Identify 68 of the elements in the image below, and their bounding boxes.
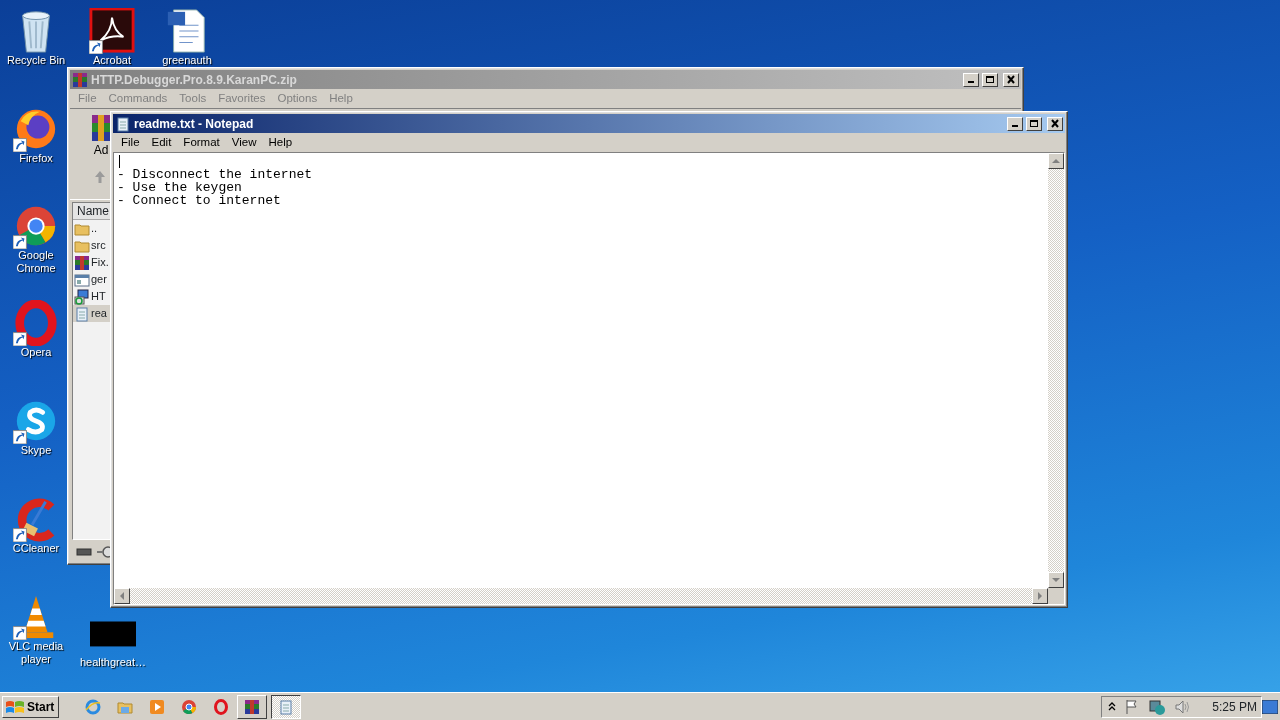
desktop-icon-label[interactable]: Skype: [20, 444, 52, 457]
file-row[interactable]: ..: [73, 220, 110, 237]
menu-item[interactable]: Help: [262, 133, 299, 152]
taskbar-button[interactable]: [271, 694, 302, 719]
file-row[interactable]: rea: [73, 305, 110, 322]
notepad-icon: [278, 698, 295, 715]
menu-item[interactable]: View: [225, 133, 263, 152]
desktop-icon-label[interactable]: Opera: [20, 346, 52, 359]
maximize-button[interactable]: [1026, 116, 1042, 131]
scroll-button[interactable]: [1048, 572, 1064, 588]
maximize-button[interactable]: [982, 72, 998, 87]
desktop-icon-label[interactable]: Google Chrome: [3, 249, 69, 275]
desktop-icon-label[interactable]: Firefox: [19, 152, 53, 165]
text-line: - Connect to internet: [117, 194, 282, 207]
menu-item[interactable]: Format: [177, 133, 226, 152]
desktop-icon-label[interactable]: greenauth: [162, 54, 212, 67]
desktop-icon-label[interactable]: Recycle Bin: [6, 54, 66, 67]
text-cursor: [119, 155, 120, 168]
drive-icon: [76, 548, 92, 556]
arrow-icon: [1052, 157, 1060, 165]
file-row[interactable]: src: [73, 237, 110, 254]
column-header[interactable]: Name: [73, 203, 110, 220]
archive-icon: [74, 254, 90, 271]
text-line: - Use the keygen: [117, 181, 242, 194]
close-button[interactable]: [1003, 72, 1019, 87]
pdf-app-icon[interactable]: [89, 8, 135, 54]
archive-icon: [244, 698, 261, 715]
browser-icon[interactable]: [181, 698, 198, 715]
file-row[interactable]: Fix.: [73, 254, 110, 271]
maximize-icon: [985, 75, 995, 84]
network-icon[interactable]: [1148, 698, 1167, 715]
menu-item[interactable]: Edit: [145, 133, 178, 152]
start-button[interactable]: Start: [2, 695, 60, 718]
scroll-button[interactable]: [114, 588, 130, 604]
size-grip: [1048, 588, 1064, 604]
desktop-icon-label[interactable]: CCleaner: [12, 542, 60, 555]
chevron-icon[interactable]: [1108, 701, 1117, 712]
desktop-icon-label[interactable]: healthgreat…: [79, 656, 146, 669]
menu-item[interactable]: File: [115, 133, 146, 152]
file-row[interactable]: ger: [73, 271, 110, 288]
scroll-button[interactable]: [1032, 588, 1048, 604]
desktop-icon-label[interactable]: Acrobat: [93, 54, 131, 67]
minimize-button[interactable]: [1007, 116, 1023, 131]
add-button[interactable]: Ad: [92, 115, 110, 159]
scroll-button[interactable]: [1048, 153, 1064, 169]
scrollbar[interactable]: [1048, 153, 1064, 588]
show-desktop-icon[interactable]: [1262, 699, 1278, 714]
maximize-icon: [1029, 119, 1039, 128]
minimize-button[interactable]: [963, 72, 979, 87]
windows-logo-icon: [5, 698, 25, 715]
close-button[interactable]: [1047, 116, 1063, 131]
file-row[interactable]: HT: [73, 288, 110, 305]
up-arrow-icon: [94, 169, 106, 184]
ring-icon[interactable]: [13, 300, 59, 346]
close-icon: [1050, 119, 1060, 128]
speaker-icon[interactable]: [1174, 698, 1191, 715]
window-title: readme.txt - Notepad: [134, 115, 254, 133]
notepad-icon: [115, 115, 131, 132]
installer-icon: [74, 288, 90, 305]
arrow-icon: [118, 592, 126, 600]
text-line: - Disconnect the internet: [117, 168, 314, 181]
close-icon: [1006, 75, 1016, 84]
archive-icon: [72, 71, 88, 88]
desktop-icon-label[interactable]: VLC media player: [3, 640, 69, 666]
scrollbar[interactable]: [114, 588, 1048, 604]
archive-icon: [92, 115, 110, 141]
window-title: HTTP.Debugger.Pro.8.9.KaranPC.zip: [91, 71, 297, 89]
window-icon: [74, 271, 90, 288]
